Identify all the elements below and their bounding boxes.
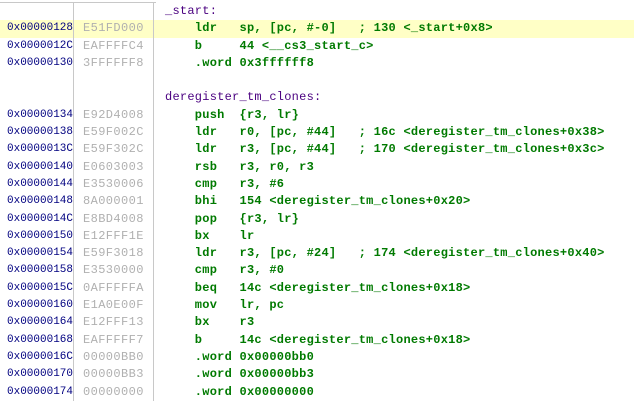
opcode-cell: E0603003	[74, 159, 154, 176]
opcode-cell	[74, 72, 154, 89]
disassembly-cell: push {r3, lr}	[154, 107, 634, 124]
disassembly-view: _start: 0x00000128 E51FD000 ldr sp, [pc,…	[0, 0, 634, 405]
symbol-label-row[interactable]: deregister_tm_clones:	[0, 89, 634, 106]
disassembly-cell: ldr r0, [pc, #44] ; 16c <deregister_tm_c…	[154, 124, 634, 141]
instruction-row[interactable]: 0x0000013C E59F302C ldr r3, [pc, #44] ; …	[0, 141, 634, 158]
opcode-cell	[74, 3, 154, 20]
disassembly-cell: bx r3	[154, 314, 634, 331]
instruction-row[interactable]: 0x00000140 E0603003 rsb r3, r0, r3	[0, 159, 634, 176]
disassembly-cell: _start:	[154, 3, 634, 20]
disassembly-cell: bx lr	[154, 228, 634, 245]
address-cell	[0, 89, 74, 106]
address-cell: 0x00000128	[0, 20, 74, 37]
disassembly-cell: mov lr, pc	[154, 297, 634, 314]
instruction-row[interactable]: 0x00000158 E3530000 cmp r3, #0	[0, 262, 634, 279]
opcode-cell: 3FFFFFF8	[74, 55, 154, 72]
opcode-cell: E1A0E00F	[74, 297, 154, 314]
opcode-cell: E3530006	[74, 176, 154, 193]
disassembly-cell: ldr r3, [pc, #24] ; 174 <deregister_tm_c…	[154, 245, 634, 262]
address-cell: 0x00000154	[0, 245, 74, 262]
opcode-cell: E92D4008	[74, 107, 154, 124]
instruction-row[interactable]: 0x0000015C 0AFFFFFA beq 14c <deregister_…	[0, 280, 634, 297]
disassembly-cell: ldr sp, [pc, #-0] ; 130 <_start+0x8>	[154, 20, 634, 37]
address-cell: 0x0000014C	[0, 211, 74, 228]
opcode-cell: E59F002C	[74, 124, 154, 141]
opcode-cell: 00000000	[74, 384, 154, 401]
address-cell: 0x00000140	[0, 159, 74, 176]
opcode-cell: E3530000	[74, 262, 154, 279]
instruction-row[interactable]: 0x00000150 E12FFF1E bx lr	[0, 228, 634, 245]
address-cell: 0x00000150	[0, 228, 74, 245]
opcode-cell: E59F302C	[74, 141, 154, 158]
instruction-row[interactable]: 0x00000138 E59F002C ldr r0, [pc, #44] ; …	[0, 124, 634, 141]
instruction-row[interactable]: 0x00000134 E92D4008 push {r3, lr}	[0, 107, 634, 124]
disassembly-cell: .word 0x00000bb0	[154, 349, 634, 366]
instruction-row[interactable]: 0x00000160 E1A0E00F mov lr, pc	[0, 297, 634, 314]
address-cell	[0, 3, 74, 20]
disassembly-cell: bhi 154 <deregister_tm_clones+0x20>	[154, 193, 634, 210]
opcode-cell: 00000BB3	[74, 366, 154, 383]
disassembly-rows: _start: 0x00000128 E51FD000 ldr sp, [pc,…	[0, 3, 634, 401]
instruction-row[interactable]: 0x0000012C EAFFFFC4 b 44 <__cs3_start_c>	[0, 38, 634, 55]
instruction-row[interactable]: 0x00000170 00000BB3 .word 0x00000bb3	[0, 366, 634, 383]
address-cell: 0x00000160	[0, 297, 74, 314]
disassembly-cell: .word 0x3ffffff8	[154, 55, 634, 72]
opcode-cell: EAFFFFC4	[74, 38, 154, 55]
blank-row[interactable]	[0, 72, 634, 89]
symbol-label-row[interactable]: _start:	[0, 3, 634, 20]
opcode-cell: E59F3018	[74, 245, 154, 262]
address-cell: 0x00000164	[0, 314, 74, 331]
address-cell: 0x00000148	[0, 193, 74, 210]
opcode-cell: EAFFFFF7	[74, 332, 154, 349]
disassembly-cell: ldr r3, [pc, #44] ; 170 <deregister_tm_c…	[154, 141, 634, 158]
opcode-cell: 00000BB0	[74, 349, 154, 366]
instruction-row[interactable]: 0x00000128 E51FD000 ldr sp, [pc, #-0] ; …	[0, 20, 634, 37]
address-cell: 0x0000015C	[0, 280, 74, 297]
instruction-row[interactable]: 0x00000164 E12FFF13 bx r3	[0, 314, 634, 331]
disassembly-cell: b 14c <deregister_tm_clones+0x18>	[154, 332, 634, 349]
instruction-row[interactable]: 0x00000130 3FFFFFF8 .word 0x3ffffff8	[0, 55, 634, 72]
opcode-cell: E8BD4008	[74, 211, 154, 228]
instruction-row[interactable]: 0x0000016C 00000BB0 .word 0x00000bb0	[0, 349, 634, 366]
disassembly-cell: deregister_tm_clones:	[154, 89, 634, 106]
address-cell: 0x00000138	[0, 124, 74, 141]
opcode-cell: E12FFF13	[74, 314, 154, 331]
instruction-row[interactable]: 0x00000144 E3530006 cmp r3, #6	[0, 176, 634, 193]
instruction-row[interactable]: 0x00000148 8A000001 bhi 154 <deregister_…	[0, 193, 634, 210]
address-cell: 0x00000144	[0, 176, 74, 193]
disassembly-cell: beq 14c <deregister_tm_clones+0x18>	[154, 280, 634, 297]
disassembly-cell: rsb r3, r0, r3	[154, 159, 634, 176]
address-cell: 0x0000016C	[0, 349, 74, 366]
disassembly-cell: cmp r3, #6	[154, 176, 634, 193]
address-cell	[0, 72, 74, 89]
instruction-row[interactable]: 0x00000154 E59F3018 ldr r3, [pc, #24] ; …	[0, 245, 634, 262]
instruction-row[interactable]: 0x00000168 EAFFFFF7 b 14c <deregister_tm…	[0, 332, 634, 349]
disassembly-cell: b 44 <__cs3_start_c>	[154, 38, 634, 55]
disassembly-cell	[154, 72, 634, 89]
address-cell: 0x00000130	[0, 55, 74, 72]
address-cell: 0x00000168	[0, 332, 74, 349]
disassembly-cell: cmp r3, #0	[154, 262, 634, 279]
opcode-cell: 0AFFFFFA	[74, 280, 154, 297]
disassembly-cell: .word 0x00000000	[154, 384, 634, 401]
opcode-cell	[74, 89, 154, 106]
opcode-cell: E12FFF1E	[74, 228, 154, 245]
instruction-row[interactable]: 0x0000014C E8BD4008 pop {r3, lr}	[0, 211, 634, 228]
address-cell: 0x00000174	[0, 384, 74, 401]
disassembly-cell: .word 0x00000bb3	[154, 366, 634, 383]
instruction-row[interactable]: 0x00000174 00000000 .word 0x00000000	[0, 384, 634, 401]
opcode-cell: E51FD000	[74, 20, 154, 37]
table-top-border	[0, 2, 156, 3]
address-cell: 0x00000134	[0, 107, 74, 124]
address-cell: 0x00000158	[0, 262, 74, 279]
address-cell: 0x00000170	[0, 366, 74, 383]
disassembly-cell: pop {r3, lr}	[154, 211, 634, 228]
opcode-cell: 8A000001	[74, 193, 154, 210]
address-cell: 0x0000013C	[0, 141, 74, 158]
address-cell: 0x0000012C	[0, 38, 74, 55]
